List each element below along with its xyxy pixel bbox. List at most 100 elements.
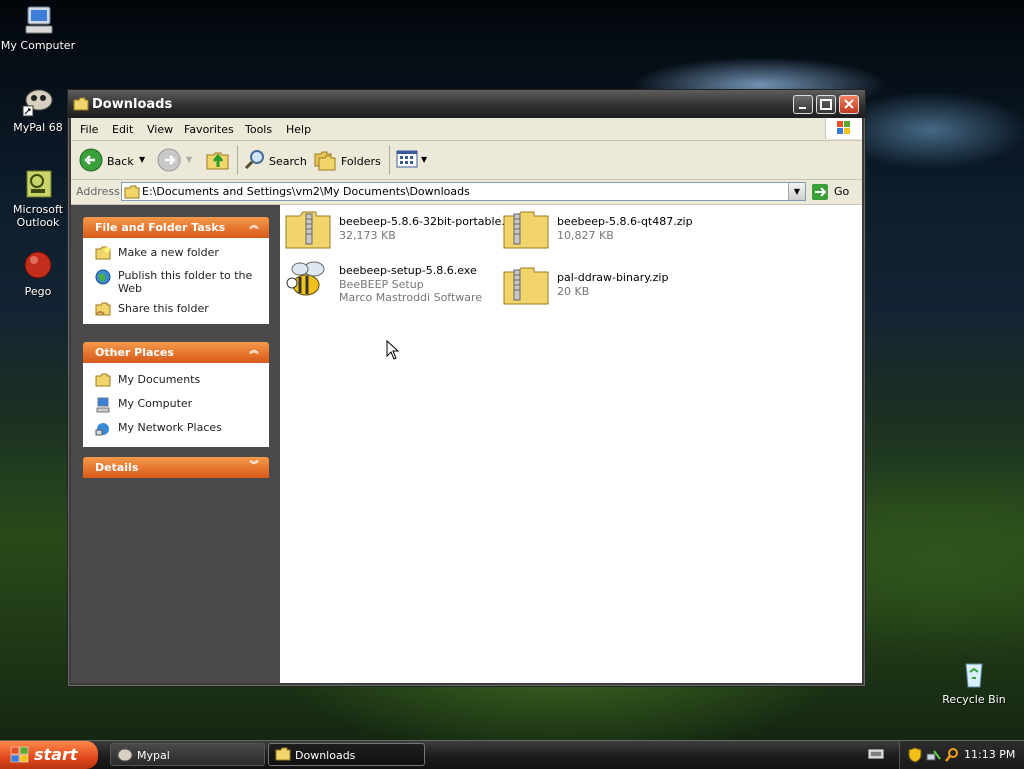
back-label: Back: [107, 155, 134, 168]
task-publish-to-web[interactable]: Publish this folder to the Web: [83, 267, 269, 297]
menu-view[interactable]: View: [147, 123, 173, 136]
new-folder-icon: [95, 246, 111, 260]
address-dropdown-button[interactable]: ▼: [788, 183, 805, 200]
file-list: beebeep-5.8.6-32bit-portable... 32,173 K…: [280, 205, 862, 683]
chevron-down-icon: ▼: [421, 155, 428, 164]
task-share-folder[interactable]: Share this folder: [83, 300, 269, 320]
file-item[interactable]: beebeep-setup-5.8.6.exe BeeBEEP Setup Ma…: [284, 259, 494, 307]
panel-header[interactable]: Other Places ︽: [83, 342, 269, 363]
address-label: Address: [76, 185, 120, 198]
menu-tools[interactable]: Tools: [245, 123, 272, 136]
system-tray: 11:13 PM: [899, 741, 1024, 769]
start-label: start: [34, 745, 78, 764]
windows-flag-icon: [10, 746, 29, 763]
folders-button[interactable]: Folders: [313, 147, 383, 173]
other-places-panel: Other Places ︽ My Documents My Computer …: [83, 342, 269, 447]
panel-header[interactable]: File and Folder Tasks ︽: [83, 217, 269, 238]
place-label: My Computer: [118, 397, 193, 410]
task-label: Make a new folder: [118, 246, 219, 259]
globe-icon: [95, 269, 111, 285]
forward-arrow-icon: [157, 148, 181, 172]
network-icon[interactable]: [926, 747, 942, 766]
forward-button[interactable]: ▼: [157, 147, 195, 173]
place-my-computer[interactable]: My Computer: [83, 395, 269, 415]
chevron-down-icon[interactable]: ▼: [139, 155, 145, 164]
go-label: Go: [834, 185, 850, 198]
chevron-down-icon[interactable]: ▼: [186, 155, 192, 164]
file-name: beebeep-setup-5.8.6.exe: [339, 264, 477, 277]
desktop-icon-mypal[interactable]: MyPal 68: [0, 86, 76, 134]
taskbar: start Mypal Downloads 11:13 PM: [0, 740, 1024, 769]
file-item[interactable]: beebeep-5.8.6-qt487.zip 10,827 KB: [502, 210, 712, 252]
menu-help[interactable]: Help: [286, 123, 311, 136]
mypal-icon: [22, 86, 54, 118]
close-button[interactable]: [839, 95, 859, 114]
search-label: Search: [269, 155, 307, 168]
pego-icon: [22, 250, 54, 282]
menu-file[interactable]: File: [80, 123, 98, 136]
minimize-button[interactable]: [793, 95, 813, 114]
taskbar-button-label: Downloads: [295, 749, 356, 762]
separator: [237, 145, 238, 175]
toolbar: Back ▼ ▼ Search Folders ▼: [71, 141, 862, 180]
folder-icon: [95, 373, 111, 387]
taskbar-button-downloads[interactable]: Downloads: [268, 743, 425, 766]
file-description: BeeBEEP Setup: [339, 278, 424, 291]
panel-header[interactable]: Details ︾: [83, 457, 269, 478]
task-make-new-folder[interactable]: Make a new folder: [83, 244, 269, 264]
desktop-icon-pego[interactable]: Pego: [0, 250, 76, 298]
desktop-icon-label: MyPal 68: [13, 121, 63, 134]
search-button[interactable]: Search: [243, 147, 307, 173]
folder-icon: [275, 747, 291, 764]
go-button[interactable]: Go: [811, 182, 859, 202]
views-icon: [396, 150, 418, 168]
taskbar-button-mypal[interactable]: Mypal: [110, 743, 265, 766]
up-folder-button[interactable]: [205, 147, 231, 173]
file-publisher: Marco Mastroddi Software: [339, 291, 483, 304]
desktop-icon-outlook[interactable]: Microsoft Outlook: [0, 168, 76, 229]
clock: 11:13 PM: [964, 748, 1016, 761]
panel-title: Details: [95, 461, 139, 474]
computer-icon: [95, 397, 111, 413]
windows-logo-icon: [825, 118, 862, 139]
search-tray-icon[interactable]: [944, 747, 960, 766]
file-size: 32,173 KB: [339, 229, 396, 242]
taskbar-button-label: Mypal: [137, 749, 170, 762]
mypal-icon: [117, 747, 133, 766]
chevron-up-icon[interactable]: ︽: [247, 219, 261, 233]
panel-title: File and Folder Tasks: [95, 221, 226, 234]
desktop-icon-label: Recycle Bin: [942, 693, 1006, 706]
maximize-button[interactable]: [816, 95, 836, 114]
folders-icon: [314, 151, 336, 171]
file-item[interactable]: beebeep-5.8.6-32bit-portable... 32,173 K…: [284, 210, 512, 252]
file-name: beebeep-5.8.6-qt487.zip: [557, 215, 693, 228]
desktop-icon-label: Pego: [24, 285, 52, 298]
place-my-network-places[interactable]: My Network Places: [83, 419, 269, 439]
search-icon: [244, 150, 264, 170]
details-panel: Details ︾: [83, 457, 269, 478]
address-input[interactable]: E:\Documents and Settings\vm2\My Documen…: [121, 182, 806, 201]
security-shield-icon[interactable]: [908, 747, 922, 766]
title-bar[interactable]: Downloads: [68, 90, 865, 118]
desktop-icon-my-computer[interactable]: My Computer: [0, 4, 76, 52]
keyboard-icon[interactable]: [868, 748, 884, 763]
file-item[interactable]: pal-ddraw-binary.zip 20 KB: [502, 266, 712, 308]
file-size: 20 KB: [557, 285, 590, 298]
back-button[interactable]: Back ▼: [79, 147, 149, 173]
desktop-icon-recycle-bin[interactable]: Recycle Bin: [936, 658, 1012, 706]
menu-favorites[interactable]: Favorites: [184, 123, 234, 136]
place-label: My Documents: [118, 373, 201, 386]
chevron-up-icon[interactable]: ︽: [247, 344, 261, 358]
recycle-bin-icon: [958, 658, 990, 690]
zip-folder-icon: [502, 210, 550, 250]
desktop-icon-label: My Computer: [0, 39, 76, 52]
start-button[interactable]: start: [0, 741, 98, 769]
views-button[interactable]: ▼: [395, 147, 431, 173]
up-folder-icon: [206, 152, 229, 170]
address-bar: Address E:\Documents and Settings\vm2\My…: [71, 180, 862, 205]
place-my-documents[interactable]: My Documents: [83, 371, 269, 391]
place-label: My Network Places: [118, 421, 222, 434]
chevron-down-icon[interactable]: ︾: [247, 459, 261, 473]
menu-edit[interactable]: Edit: [112, 123, 133, 136]
menu-bar: File Edit View Favorites Tools Help: [71, 118, 862, 141]
